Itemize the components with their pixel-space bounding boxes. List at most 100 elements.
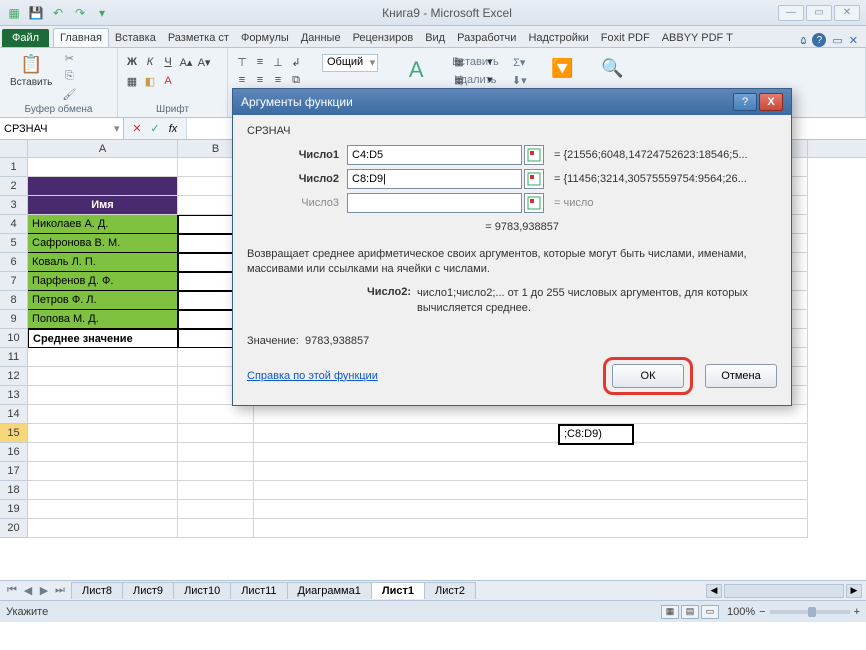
name-box[interactable]: ▾: [0, 118, 124, 139]
delete-cells-button[interactable]: ▦ Удалить ▾: [454, 72, 492, 88]
row-header[interactable]: 16: [0, 443, 28, 462]
cell[interactable]: [178, 519, 254, 538]
view-layout-icon[interactable]: ▤: [681, 605, 699, 619]
cell-summary[interactable]: Среднее значение: [28, 329, 178, 348]
cell[interactable]: [178, 443, 254, 462]
underline-icon[interactable]: Ч: [160, 54, 176, 70]
select-all-corner[interactable]: [0, 140, 28, 157]
close-button[interactable]: ✕: [834, 5, 860, 21]
row-header[interactable]: 3: [0, 196, 28, 215]
italic-icon[interactable]: К: [142, 54, 158, 70]
dialog-help-link[interactable]: Справка по этой функции: [247, 370, 378, 382]
row-header[interactable]: 10: [0, 329, 28, 348]
dialog-titlebar[interactable]: Аргументы функции ? X: [233, 89, 791, 115]
hscroll-track[interactable]: [724, 584, 844, 598]
arg1-range-button[interactable]: [524, 145, 544, 165]
cancel-button[interactable]: Отмена: [705, 364, 777, 388]
sheet-nav-first-icon[interactable]: ⏮: [4, 584, 20, 597]
cell[interactable]: [178, 462, 254, 481]
cancel-formula-icon[interactable]: ✕: [130, 122, 144, 136]
arg3-range-button[interactable]: [524, 193, 544, 213]
tab-view[interactable]: Вид: [419, 29, 451, 47]
number-format-combo[interactable]: Общий ▾: [322, 54, 378, 72]
sheet-nav-prev-icon[interactable]: ◀: [20, 584, 36, 597]
cell[interactable]: [28, 348, 178, 367]
row-header[interactable]: 18: [0, 481, 28, 500]
font-color-icon[interactable]: A: [160, 73, 176, 89]
cell-name[interactable]: Сафронова В. М.: [28, 234, 178, 253]
cell-name[interactable]: Парфенов Д. Ф.: [28, 272, 178, 291]
copy-icon[interactable]: ⎘: [60, 68, 78, 84]
floating-edit-cell[interactable]: ;C8:D9): [558, 424, 634, 445]
row-header[interactable]: 4: [0, 215, 28, 234]
window-options-icon[interactable]: ▭: [832, 34, 842, 47]
border-icon[interactable]: ▦: [124, 73, 140, 89]
insert-cells-button[interactable]: ▦ Вставить ▾: [454, 54, 492, 70]
cell-name[interactable]: Петров Ф. Л.: [28, 291, 178, 310]
help-icon[interactable]: ?: [812, 33, 826, 47]
ok-button[interactable]: ОК: [612, 364, 684, 388]
cell-header-name[interactable]: Имя: [28, 196, 178, 215]
redo-icon[interactable]: ↷: [72, 5, 88, 21]
font-size-down-icon[interactable]: A▾: [196, 54, 212, 70]
autosum-icon[interactable]: Σ▾: [510, 54, 528, 70]
minimize-button[interactable]: —: [778, 5, 804, 21]
align-top-icon[interactable]: ⊤: [234, 54, 250, 70]
cell[interactable]: [254, 519, 808, 538]
tab-formulas[interactable]: Формулы: [235, 29, 295, 47]
cell[interactable]: [254, 462, 808, 481]
cell[interactable]: [178, 481, 254, 500]
row-header[interactable]: 5: [0, 234, 28, 253]
cell[interactable]: [28, 386, 178, 405]
row-header[interactable]: 11: [0, 348, 28, 367]
save-icon[interactable]: 💾: [28, 5, 44, 21]
cell[interactable]: [28, 424, 178, 443]
minimize-ribbon-icon[interactable]: ۵: [800, 34, 806, 47]
hscroll-right-icon[interactable]: ▶: [846, 584, 862, 598]
cell-name[interactable]: Николаев А. Д.: [28, 215, 178, 234]
sheet-tab[interactable]: Лист10: [173, 582, 231, 599]
align-right-icon[interactable]: ≡: [270, 72, 286, 88]
merge-icon[interactable]: ⧉: [288, 72, 304, 88]
row-header[interactable]: 13: [0, 386, 28, 405]
align-center-icon[interactable]: ≡: [252, 72, 268, 88]
ribbon-close-icon[interactable]: ✕: [849, 34, 858, 47]
sheet-tab[interactable]: Лист2: [424, 582, 476, 599]
dialog-close-button[interactable]: X: [759, 93, 783, 111]
sort-filter-button[interactable]: 🔽: [546, 54, 578, 82]
row-header[interactable]: 12: [0, 367, 28, 386]
cell[interactable]: [28, 158, 178, 177]
dialog-help-button[interactable]: ?: [733, 93, 757, 111]
cell-name[interactable]: Коваль Л. П.: [28, 253, 178, 272]
tab-insert[interactable]: Вставка: [109, 29, 162, 47]
tab-home[interactable]: Главная: [53, 28, 109, 47]
sheet-tab[interactable]: Лист9: [122, 582, 174, 599]
cell[interactable]: [254, 500, 808, 519]
fill-icon[interactable]: ⬇▾: [510, 72, 528, 88]
arg2-input[interactable]: [347, 169, 522, 189]
row-header[interactable]: 7: [0, 272, 28, 291]
zoom-in-button[interactable]: +: [854, 606, 860, 618]
cell[interactable]: [28, 443, 178, 462]
file-tab[interactable]: Файл: [2, 29, 49, 47]
tab-addins[interactable]: Надстройки: [522, 29, 594, 47]
accept-formula-icon[interactable]: ✓: [148, 122, 162, 136]
arg1-input[interactable]: [347, 145, 522, 165]
row-header[interactable]: 9: [0, 310, 28, 329]
wrap-icon[interactable]: ↲: [288, 54, 304, 70]
cell[interactable]: [28, 177, 178, 196]
view-pagebreak-icon[interactable]: ▭: [701, 605, 719, 619]
cell[interactable]: [254, 405, 808, 424]
tab-abbyy[interactable]: ABBYY PDF T: [656, 29, 739, 47]
cell[interactable]: [178, 500, 254, 519]
find-button[interactable]: 🔍: [596, 54, 628, 82]
align-bot-icon[interactable]: ⊥: [270, 54, 286, 70]
cell-name[interactable]: Попова М. Д.: [28, 310, 178, 329]
tab-foxit[interactable]: Foxit PDF: [595, 29, 656, 47]
tab-review[interactable]: Рецензиров: [347, 29, 420, 47]
cell[interactable]: [28, 500, 178, 519]
align-mid-icon[interactable]: ≡: [252, 54, 268, 70]
paste-button[interactable]: 📋 Вставить: [6, 50, 56, 90]
row-header[interactable]: 1: [0, 158, 28, 177]
cut-icon[interactable]: ✂: [60, 50, 78, 66]
